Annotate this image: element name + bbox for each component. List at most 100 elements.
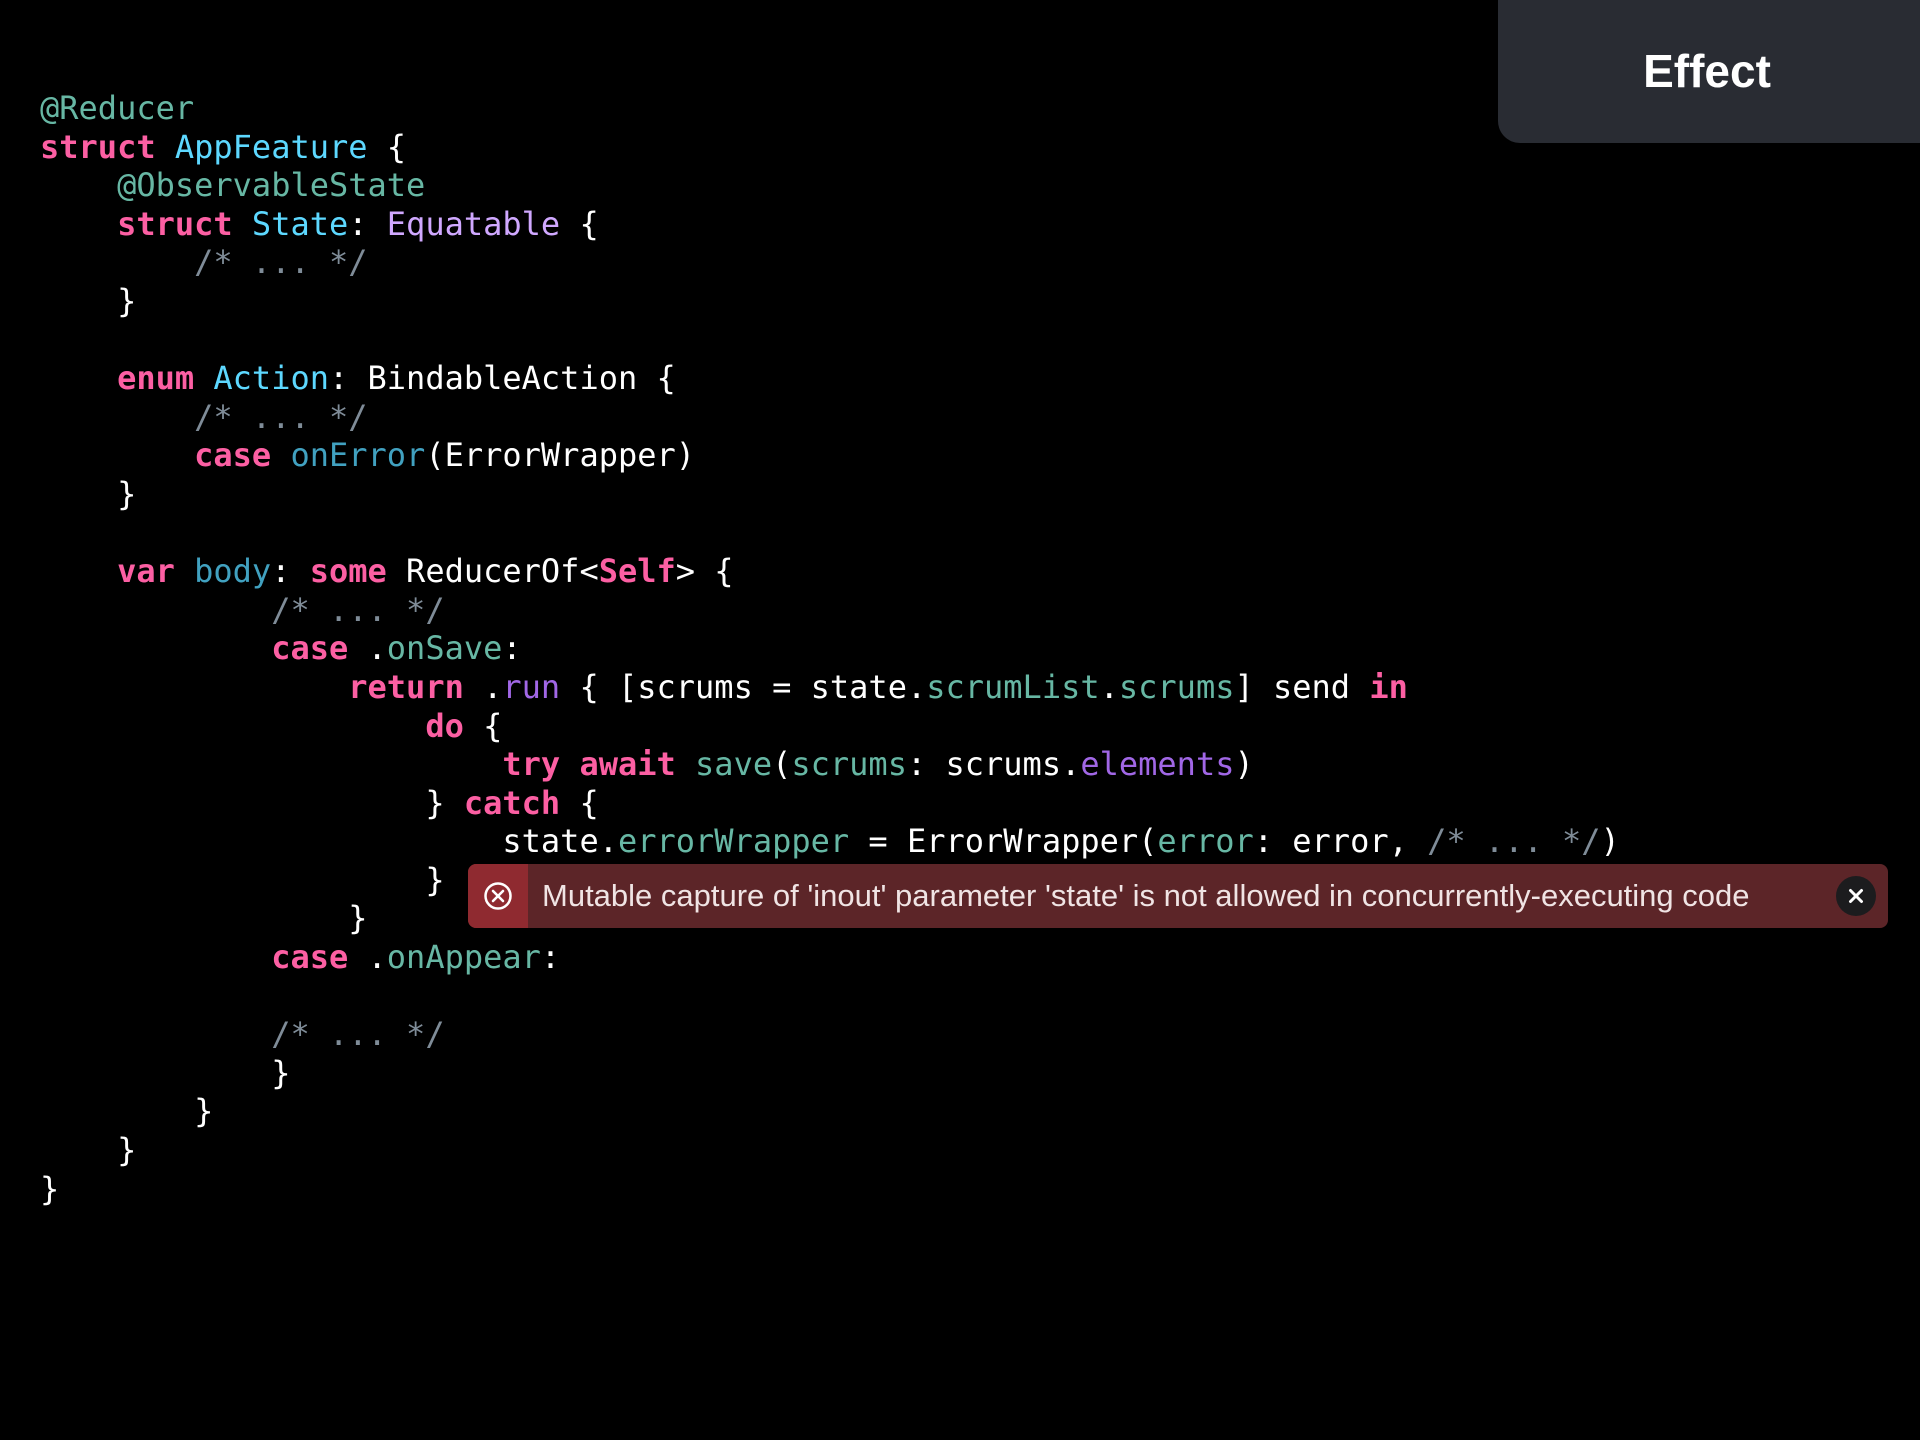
code-line: struct State: Equatable { — [40, 205, 1620, 244]
dismiss-error-button[interactable] — [1836, 876, 1876, 916]
code-token: error — [1157, 822, 1254, 861]
code-token: . — [348, 629, 387, 668]
code-token: State — [251, 204, 349, 243]
code-token: errorWrapper — [617, 822, 850, 861]
code-token: : BindableAction { — [328, 359, 676, 398]
code-token: onAppear — [386, 938, 541, 977]
code-token: } — [40, 860, 445, 899]
code-token: } — [40, 1053, 291, 1092]
code-token: /* ... */ — [1427, 822, 1601, 861]
code-line: @Reducer — [40, 89, 1620, 128]
code-line: case .onAppear: — [40, 938, 1620, 977]
code-token: . — [348, 938, 387, 977]
code-token: : — [502, 629, 522, 668]
code-token: do — [425, 706, 464, 745]
code-token: enum — [117, 359, 195, 398]
code-token: . — [1099, 667, 1119, 706]
code-token: { — [463, 706, 503, 745]
code-line: var body: some ReducerOf<Self> { — [40, 552, 1620, 591]
code-token: Self — [598, 552, 676, 591]
code-token: { [scrums = state. — [560, 667, 927, 706]
code-token: /* ... */ — [271, 1015, 445, 1054]
error-banner: Mutable capture of 'inout' parameter 'st… — [468, 864, 1888, 928]
code-token: } — [40, 783, 464, 822]
code-token: @Reducer — [40, 89, 195, 127]
code-token: } — [40, 1092, 214, 1131]
code-token: (ErrorWrapper) — [425, 436, 696, 475]
close-icon — [1849, 889, 1863, 903]
page-title: Effect — [1643, 44, 1771, 97]
code-line: return .run { [scrums = state.scrumList.… — [40, 668, 1620, 707]
code-token: ReducerOf< — [386, 552, 599, 591]
code-token: { — [367, 127, 407, 166]
code-line: /* ... */ — [40, 398, 1620, 437]
error-message: Mutable capture of 'inout' parameter 'st… — [542, 878, 1750, 913]
error-x-circle-icon — [484, 882, 512, 910]
code-line: /* ... */ — [40, 1015, 1620, 1054]
code-line: } — [40, 1054, 1620, 1093]
code-token: : — [540, 938, 561, 977]
code-token: struct — [40, 127, 156, 166]
code-token: run — [502, 667, 561, 706]
code-token: /* ... */ — [194, 397, 368, 436]
code-token: { — [560, 783, 599, 822]
code-token: : — [271, 552, 310, 591]
code-line: } — [40, 1170, 1620, 1209]
code-token: . — [463, 667, 503, 706]
code-token: save — [695, 745, 773, 784]
code-token: elements — [1080, 745, 1235, 784]
code-token: @ObservableState — [117, 166, 426, 205]
code-token: Equatable — [386, 204, 561, 243]
code-token: var — [117, 552, 175, 591]
code-line: try await save(scrums: scrums.elements) — [40, 745, 1620, 784]
code-token: ) — [1600, 822, 1620, 861]
code-token: = ErrorWrapper( — [849, 822, 1158, 861]
code-line: enum Action: BindableAction { — [40, 359, 1620, 398]
code-token: return — [348, 667, 464, 706]
code-line: /* ... */ — [40, 243, 1620, 282]
code-token: ] send — [1234, 667, 1370, 706]
error-icon-cell — [468, 864, 528, 928]
code-editor: @Reducer struct AppFeature { @ObservableS… — [40, 89, 1620, 1208]
code-line: } — [40, 282, 1620, 321]
code-token: : scrums. — [906, 745, 1081, 784]
code-token: { — [560, 204, 599, 243]
code-line: } — [40, 1131, 1620, 1170]
code-line: @ObservableState — [40, 166, 1620, 205]
code-token: Action — [213, 359, 329, 398]
code-token: some — [309, 552, 387, 591]
code-line: } catch { — [40, 784, 1620, 823]
code-token: onError — [290, 436, 426, 475]
code-token: : error, — [1253, 822, 1428, 861]
code-token: } — [40, 474, 137, 513]
code-line: struct AppFeature { — [40, 128, 1620, 167]
code-token: ) — [1234, 745, 1254, 784]
code-token: } — [40, 1169, 60, 1208]
code-token: /* ... */ — [194, 243, 368, 282]
code-line: case onError(ErrorWrapper) — [40, 436, 1620, 475]
code-line: case .onSave: — [40, 629, 1620, 668]
code-token: case — [271, 938, 349, 977]
